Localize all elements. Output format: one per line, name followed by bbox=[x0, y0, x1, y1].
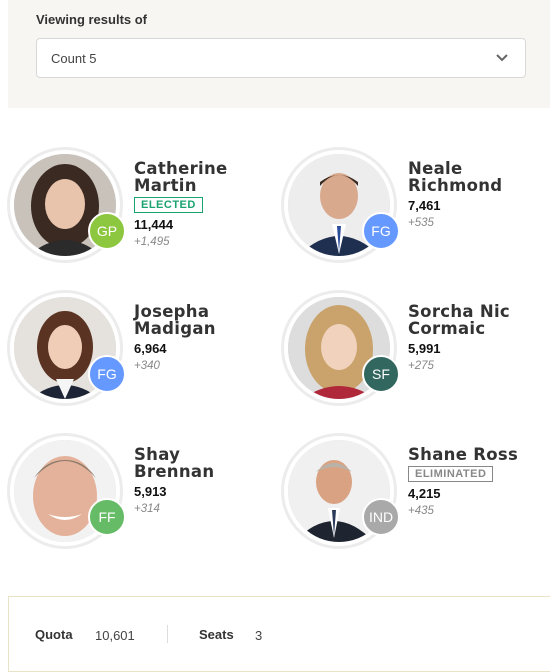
candidate-votes: 5,991 bbox=[408, 341, 441, 356]
party-badge: GP bbox=[88, 212, 126, 250]
candidate-first-name: Sorcha Nic bbox=[408, 302, 511, 321]
candidate-name: Shane Ross bbox=[408, 445, 519, 464]
candidate-transfer: +275 bbox=[408, 360, 434, 372]
candidate-votes: 4,215 bbox=[408, 486, 441, 501]
quota-value: 10,601 bbox=[95, 628, 135, 643]
party-badge: SF bbox=[362, 355, 400, 393]
quota-label: Quota bbox=[35, 627, 73, 642]
candidate-first-name: Shay bbox=[134, 445, 181, 464]
party-badge: FG bbox=[88, 355, 126, 393]
candidate-votes: 6,964 bbox=[134, 341, 167, 356]
candidate-votes: 5,913 bbox=[134, 484, 167, 499]
seats-value: 3 bbox=[255, 628, 263, 643]
candidate-last-name: Brennan bbox=[134, 462, 215, 481]
elected-badge: ELECTED bbox=[134, 197, 203, 213]
candidate-card[interactable]: GP Catherine Martin ELECTED 11,444 +1,49… bbox=[10, 150, 270, 270]
summary-panel: Quota 10,601 Seats 3 bbox=[8, 596, 550, 672]
candidate-last-name: Richmond bbox=[408, 176, 503, 195]
count-select-value: Count 5 bbox=[51, 51, 97, 66]
candidate-card[interactable]: FF Shay Brennan 5,913 +314 bbox=[10, 436, 270, 556]
filter-panel: Viewing results of Count 5 bbox=[8, 0, 550, 108]
candidate-card[interactable]: FG Josepha Madigan 6,964 +340 bbox=[10, 293, 270, 413]
viewing-label: Viewing results of bbox=[36, 12, 148, 27]
chevron-down-icon bbox=[496, 54, 508, 62]
candidate-last-name: Madigan bbox=[134, 319, 216, 338]
candidate-card[interactable]: IND Shane Ross ELIMINATED 4,215 +435 bbox=[284, 436, 544, 556]
candidate-transfer: +1,495 bbox=[134, 236, 170, 248]
candidate-first-name: Catherine bbox=[134, 159, 228, 178]
eliminated-badge: ELIMINATED bbox=[408, 466, 494, 482]
candidate-transfer: +314 bbox=[134, 503, 160, 515]
candidate-first-name: Neale bbox=[408, 159, 463, 178]
seats-label: Seats bbox=[199, 627, 234, 642]
candidate-votes: 11,444 bbox=[134, 217, 174, 232]
candidate-transfer: +340 bbox=[134, 360, 160, 372]
candidate-votes: 7,461 bbox=[408, 198, 441, 213]
candidate-first-name: Josepha bbox=[134, 302, 210, 321]
candidate-transfer: +435 bbox=[408, 505, 434, 517]
candidate-card[interactable]: FG Neale Richmond 7,461 +535 bbox=[284, 150, 544, 270]
party-badge: IND bbox=[362, 498, 400, 536]
party-badge: FG bbox=[362, 212, 400, 250]
candidate-transfer: +535 bbox=[408, 217, 434, 229]
count-select[interactable]: Count 5 bbox=[36, 38, 526, 78]
summary-divider bbox=[167, 625, 168, 643]
candidate-last-name: Cormaic bbox=[408, 319, 486, 338]
party-badge: FF bbox=[88, 498, 126, 536]
candidate-last-name: Martin bbox=[134, 176, 197, 195]
candidate-card[interactable]: SF Sorcha Nic Cormaic 5,991 +275 bbox=[284, 293, 544, 413]
